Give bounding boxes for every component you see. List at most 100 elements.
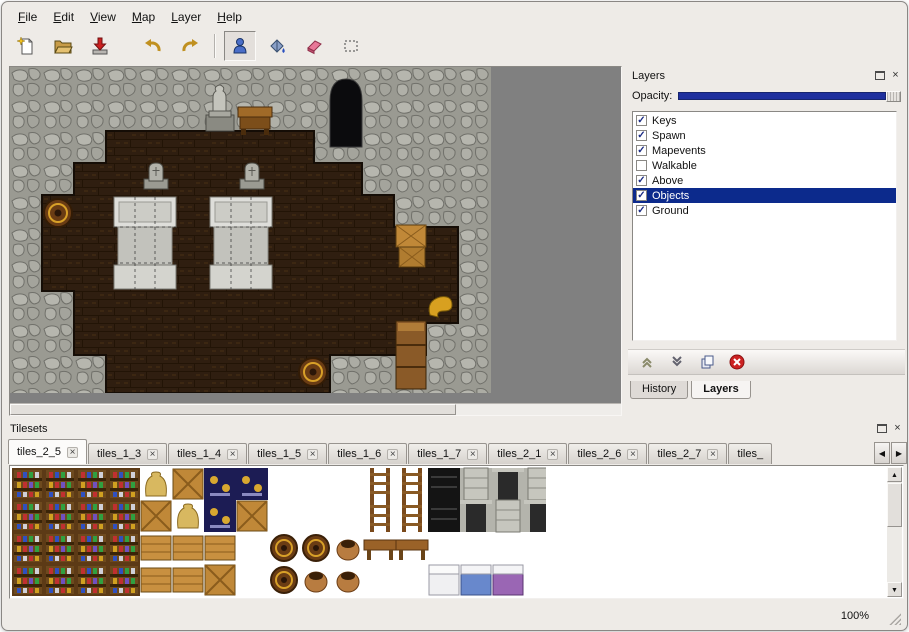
save-download-icon bbox=[90, 36, 110, 56]
copy-icon bbox=[699, 354, 715, 370]
opacity-slider-handle[interactable] bbox=[886, 91, 901, 102]
layer-visibility-checkbox[interactable] bbox=[636, 190, 647, 201]
open-button[interactable] bbox=[47, 31, 79, 61]
scrollbar-thumb[interactable] bbox=[887, 483, 902, 527]
tilesets-panel: Tilesets × tiles_2_5 × tiles_1_3 × tiles… bbox=[6, 421, 907, 602]
map-view[interactable] bbox=[9, 66, 622, 416]
layer-visibility-checkbox[interactable] bbox=[636, 160, 647, 171]
tileset-tab-tiles_2_1[interactable]: tiles_2_1 × bbox=[488, 443, 567, 464]
tileset-tab-tiles_1_5[interactable]: tiles_1_5 × bbox=[248, 443, 327, 464]
eraser-icon bbox=[304, 36, 324, 56]
close-icon[interactable]: × bbox=[890, 70, 901, 81]
close-icon[interactable]: × bbox=[387, 449, 398, 460]
tileset-tab-tiles_1_4[interactable]: tiles_1_4 × bbox=[168, 443, 247, 464]
tileset-tab-truncated[interactable]: tiles_ bbox=[728, 443, 772, 464]
close-icon[interactable]: × bbox=[307, 449, 318, 460]
close-icon[interactable]: × bbox=[627, 449, 638, 460]
layer-row-spawn[interactable]: Spawn bbox=[633, 128, 896, 143]
layer-name: Ground bbox=[652, 205, 689, 217]
tilesets-panel-title: Tilesets bbox=[10, 423, 877, 435]
paint-bucket-icon bbox=[267, 36, 287, 56]
opacity-slider-fill bbox=[678, 92, 886, 100]
crypt bbox=[210, 197, 272, 289]
tileset-tab-tiles_2_6[interactable]: tiles_2_6 × bbox=[568, 443, 647, 464]
menu-view[interactable]: View bbox=[82, 8, 124, 26]
layer-row-ground[interactable]: Ground bbox=[633, 203, 896, 218]
layer-name: Walkable bbox=[652, 160, 697, 172]
new-file-icon bbox=[16, 36, 36, 56]
layer-name: Objects bbox=[652, 190, 689, 202]
float-panel-icon[interactable] bbox=[877, 424, 887, 433]
layer-name: Mapevents bbox=[652, 145, 706, 157]
fill-tool-button[interactable] bbox=[261, 31, 293, 61]
scroll-down-icon[interactable]: ▼ bbox=[887, 582, 902, 597]
app-window: File Edit View Map Layer Help bbox=[1, 1, 908, 631]
tileset-tab-tiles_2_7[interactable]: tiles_2_7 × bbox=[648, 443, 727, 464]
menu-file[interactable]: File bbox=[10, 8, 45, 26]
scrollbar-thumb[interactable] bbox=[10, 404, 456, 415]
opacity-label: Opacity: bbox=[632, 90, 672, 102]
tab-label: tiles_2_5 bbox=[17, 446, 61, 458]
undo-button[interactable] bbox=[137, 31, 169, 61]
tileset-content: ▲ ▼ bbox=[9, 465, 904, 599]
scroll-tabs-right-icon[interactable]: ▶ bbox=[891, 442, 907, 464]
open-folder-icon bbox=[53, 36, 73, 56]
layer-visibility-checkbox[interactable] bbox=[636, 130, 647, 141]
layer-visibility-checkbox[interactable] bbox=[636, 205, 647, 216]
layer-visibility-checkbox[interactable] bbox=[636, 175, 647, 186]
new-file-button[interactable] bbox=[10, 31, 42, 61]
opacity-slider[interactable] bbox=[678, 91, 901, 102]
raise-layer-button[interactable] bbox=[638, 353, 656, 371]
layer-row-walkable[interactable]: Walkable bbox=[633, 158, 896, 173]
map-horizontal-scrollbar[interactable] bbox=[10, 403, 621, 415]
menu-map[interactable]: Map bbox=[124, 8, 163, 26]
tileset-tab-tiles_1_3[interactable]: tiles_1_3 × bbox=[88, 443, 167, 464]
tileset-vertical-scrollbar[interactable]: ▲ ▼ bbox=[887, 467, 902, 597]
layer-row-objects[interactable]: Objects bbox=[633, 188, 896, 203]
menu-edit[interactable]: Edit bbox=[45, 8, 82, 26]
tab-label: tiles_1_3 bbox=[97, 448, 141, 460]
tab-layers[interactable]: Layers bbox=[691, 381, 750, 399]
close-icon[interactable]: × bbox=[67, 447, 78, 458]
layer-row-keys[interactable]: Keys bbox=[633, 113, 896, 128]
save-button[interactable] bbox=[84, 31, 116, 61]
resize-grip[interactable] bbox=[888, 612, 901, 625]
layers-panel: Layers × Opacity: Keys Spawn Mapevents bbox=[628, 68, 905, 415]
select-tool-button[interactable] bbox=[335, 31, 367, 61]
delete-layer-button[interactable] bbox=[728, 353, 746, 371]
map-canvas[interactable] bbox=[10, 67, 491, 393]
tileset-tab-tiles_2_5[interactable]: tiles_2_5 × bbox=[8, 439, 87, 464]
eraser-tool-button[interactable] bbox=[298, 31, 330, 61]
layer-name: Spawn bbox=[652, 130, 686, 142]
tileset-tab-tiles_1_7[interactable]: tiles_1_7 × bbox=[408, 443, 487, 464]
stamp-tool-button[interactable] bbox=[224, 31, 256, 61]
layer-visibility-checkbox[interactable] bbox=[636, 145, 647, 156]
layer-visibility-checkbox[interactable] bbox=[636, 115, 647, 126]
duplicate-layer-button[interactable] bbox=[698, 353, 716, 371]
redo-icon bbox=[180, 36, 200, 56]
menu-help[interactable]: Help bbox=[209, 8, 250, 26]
layers-panel-title: Layers bbox=[632, 70, 875, 82]
close-icon[interactable]: × bbox=[547, 449, 558, 460]
tab-history[interactable]: History bbox=[630, 381, 688, 399]
tab-label: tiles_ bbox=[737, 448, 763, 460]
float-panel-icon[interactable] bbox=[875, 71, 885, 80]
close-icon[interactable]: × bbox=[892, 423, 903, 434]
menu-layer[interactable]: Layer bbox=[163, 8, 209, 26]
redo-button[interactable] bbox=[174, 31, 206, 61]
layer-row-above[interactable]: Above bbox=[633, 173, 896, 188]
lower-layer-button[interactable] bbox=[668, 353, 686, 371]
tab-label: tiles_2_6 bbox=[577, 448, 621, 460]
scroll-up-icon[interactable]: ▲ bbox=[887, 467, 902, 482]
scroll-tabs-left-icon[interactable]: ◀ bbox=[874, 442, 890, 464]
close-icon[interactable]: × bbox=[707, 449, 718, 460]
tab-label: tiles_1_4 bbox=[177, 448, 221, 460]
zoom-level: 100% bbox=[841, 610, 869, 622]
tab-label: tiles_1_5 bbox=[257, 448, 301, 460]
tileset-image[interactable] bbox=[11, 467, 546, 596]
close-icon[interactable]: × bbox=[467, 449, 478, 460]
close-icon[interactable]: × bbox=[147, 449, 158, 460]
layer-row-mapevents[interactable]: Mapevents bbox=[633, 143, 896, 158]
tileset-tab-tiles_1_6[interactable]: tiles_1_6 × bbox=[328, 443, 407, 464]
close-icon[interactable]: × bbox=[227, 449, 238, 460]
